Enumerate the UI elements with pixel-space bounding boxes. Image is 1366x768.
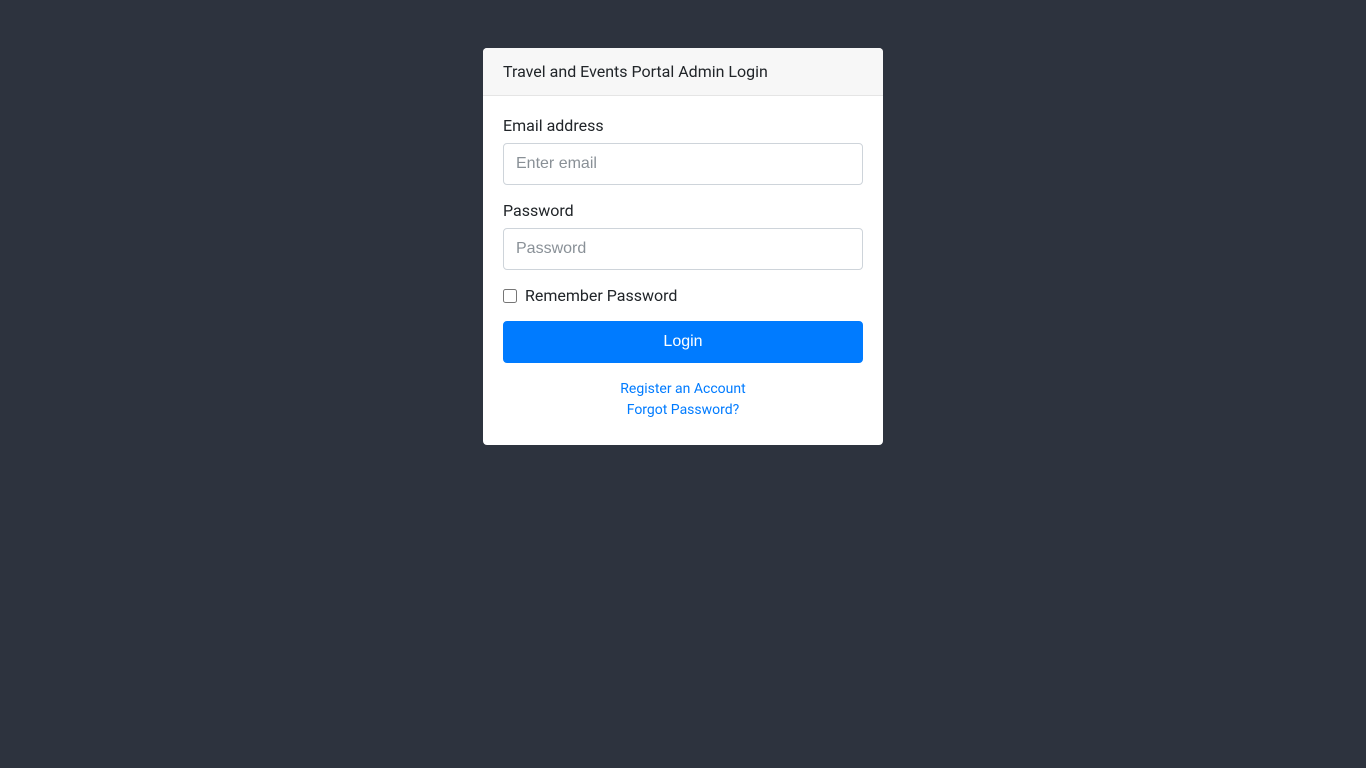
password-label: Password	[503, 201, 863, 220]
login-button[interactable]: Login	[503, 321, 863, 363]
remember-label[interactable]: Remember Password	[525, 286, 677, 305]
card-header: Travel and Events Portal Admin Login	[483, 48, 883, 96]
remember-check-group: Remember Password	[503, 286, 863, 305]
email-label: Email address	[503, 116, 863, 135]
links-container: Register an Account Forgot Password?	[503, 379, 863, 421]
login-container: Travel and Events Portal Admin Login Ema…	[0, 0, 1366, 445]
card-body: Email address Password Remember Password…	[483, 96, 883, 445]
card-title: Travel and Events Portal Admin Login	[503, 62, 768, 81]
password-form-group: Password	[503, 201, 863, 270]
email-form-group: Email address	[503, 116, 863, 185]
forgot-password-link[interactable]: Forgot Password?	[503, 400, 863, 421]
register-link[interactable]: Register an Account	[503, 379, 863, 400]
password-input[interactable]	[503, 228, 863, 270]
email-input[interactable]	[503, 143, 863, 185]
login-card: Travel and Events Portal Admin Login Ema…	[483, 48, 883, 445]
remember-checkbox[interactable]	[503, 289, 517, 303]
